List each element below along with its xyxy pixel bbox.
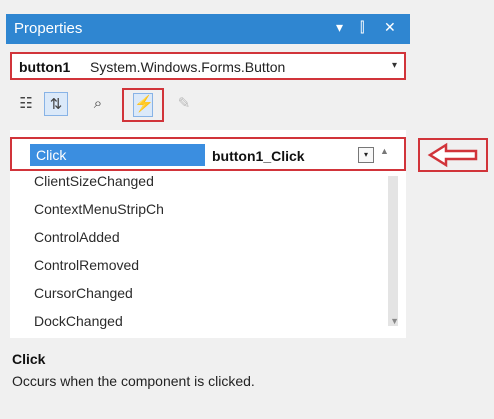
scroll-up-icon[interactable]: ▲ — [380, 146, 389, 156]
selected-event-row[interactable]: Click button1_Click ▾ ▲ — [10, 137, 406, 171]
scrollbar[interactable] — [388, 176, 398, 326]
properties-icon[interactable]: ⌕ — [86, 92, 110, 116]
toolbar: ☷ ⇅ ⌕ ⚡ ✎ — [10, 88, 406, 122]
object-selector[interactable]: button1 System.Windows.Forms.Button ▾ — [10, 52, 406, 80]
annotation-arrow-icon — [418, 138, 488, 172]
pin-icon[interactable]: ⫿ — [360, 19, 364, 36]
list-item[interactable]: DockChanged — [34, 313, 123, 329]
property-pages-icon[interactable]: ✎ — [172, 92, 196, 116]
title-bar: Properties ▾ ⫿ ✕ — [6, 14, 410, 44]
events-list: Click button1_Click ▾ ▲ ClientSizeChange… — [10, 130, 406, 338]
dropdown-icon[interactable]: ▾ — [336, 19, 343, 36]
object-type: System.Windows.Forms.Button — [90, 59, 286, 75]
description-title: Click — [12, 351, 46, 367]
scroll-down-icon[interactable]: ▼ — [390, 316, 399, 326]
close-icon[interactable]: ✕ — [384, 19, 396, 36]
categorized-icon[interactable]: ☷ — [14, 92, 38, 116]
alphabetical-icon[interactable]: ⇅ — [44, 92, 68, 116]
event-handler-value[interactable]: button1_Click — [212, 148, 305, 164]
chevron-down-icon[interactable]: ▾ — [392, 60, 397, 71]
properties-panel: Properties ▾ ⫿ ✕ button1 System.Windows.… — [0, 0, 494, 419]
list-item[interactable]: ContextMenuStripCh — [34, 201, 164, 217]
event-name: Click — [36, 147, 67, 163]
list-item[interactable]: ClientSizeChanged — [34, 173, 154, 189]
window-title: Properties — [14, 20, 83, 37]
list-item[interactable]: ControlAdded — [34, 229, 120, 245]
object-name: button1 — [19, 59, 71, 75]
description-text: Occurs when the component is clicked. — [12, 373, 255, 389]
selected-event-cell[interactable]: Click — [30, 144, 205, 166]
list-item[interactable]: ControlRemoved — [34, 257, 139, 273]
list-item[interactable]: CursorChanged — [34, 285, 133, 301]
handler-dropdown-button[interactable]: ▾ — [358, 147, 374, 163]
events-button-highlight: ⚡ — [122, 88, 164, 122]
events-lightning-icon[interactable]: ⚡ — [133, 93, 154, 117]
